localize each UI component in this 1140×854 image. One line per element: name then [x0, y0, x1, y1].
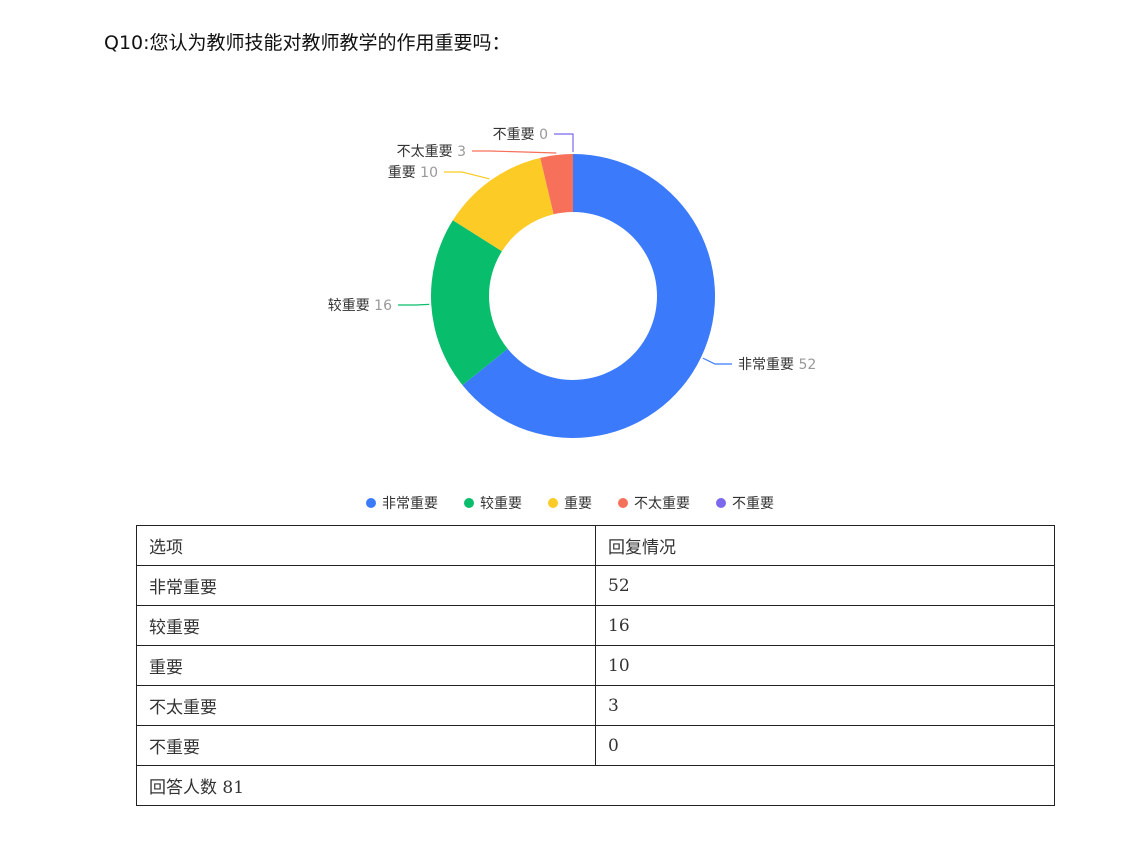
table-header-option: 选项 [136, 525, 596, 566]
table-row: 非常重要 52 [136, 565, 1055, 606]
table-cell-option: 重要 [136, 645, 596, 686]
table-cell-count: 3 [595, 685, 1055, 726]
legend-item[interactable]: 非常重要 [366, 493, 438, 513]
legend-dot-icon [366, 498, 376, 508]
slice-label: 不太重要 3 [397, 144, 466, 160]
table-cell-option: 不太重要 [136, 685, 596, 726]
table-row: 不重要 0 [136, 725, 1055, 766]
table-cell-count: 0 [595, 725, 1055, 766]
legend-label: 不重要 [732, 496, 774, 512]
slice-label-name: 不重要 [493, 127, 535, 143]
slice-label-name: 较重要 [328, 298, 370, 314]
table-row: 重要 10 [136, 645, 1055, 686]
slice-label-name: 不太重要 [397, 144, 453, 160]
leader-line [398, 303, 430, 306]
leader-line [702, 357, 732, 365]
chart-legend: 非常重要 较重要 重要 不太重要 不重要 [0, 493, 1140, 513]
legend-label: 非常重要 [382, 496, 438, 512]
legend-item[interactable]: 不重要 [716, 493, 774, 513]
legend-dot-icon [618, 498, 628, 508]
slice-label-value: 0 [535, 127, 548, 143]
table-cell-option: 较重要 [136, 605, 596, 646]
legend-dot-icon [464, 498, 474, 508]
slice-label: 重要 10 [388, 165, 438, 181]
table-header-row: 选项 回复情况 [136, 525, 1055, 566]
slice-label: 较重要 16 [328, 298, 392, 314]
respondent-count: 回答人数 81 [136, 765, 1055, 806]
slice-label-value: 16 [370, 298, 392, 314]
table-cell-option: 非常重要 [136, 565, 596, 606]
table-header-response: 回复情况 [595, 525, 1055, 566]
table-cell-count: 52 [595, 565, 1055, 606]
slice-label: 不重要 0 [493, 127, 548, 143]
legend-dot-icon [548, 498, 558, 508]
table-footer-row: 回答人数 81 [136, 765, 1055, 806]
slice-label: 非常重要 52 [738, 357, 816, 373]
legend-label: 不太重要 [634, 496, 690, 512]
slice-label-value: 10 [416, 165, 438, 181]
slice-label-value: 52 [794, 357, 816, 373]
leader-line [472, 150, 557, 154]
donut-chart: 非常重要 52 较重要 16 重要 10 不太重要 3 不重要 0 [328, 127, 816, 438]
leader-line [554, 133, 574, 152]
table-row: 不太重要 3 [136, 685, 1055, 726]
slice-label-name: 非常重要 [738, 357, 794, 373]
table-cell-count: 16 [595, 605, 1055, 646]
table-cell-option: 不重要 [136, 725, 596, 766]
legend-item[interactable]: 重要 [548, 493, 592, 513]
legend-dot-icon [716, 498, 726, 508]
table-row: 较重要 16 [136, 605, 1055, 646]
slice-label-name: 重要 [388, 165, 416, 181]
legend-item[interactable]: 不太重要 [618, 493, 690, 513]
legend-label: 较重要 [480, 496, 522, 512]
legend-label: 重要 [564, 496, 592, 512]
results-table: 选项 回复情况 非常重要 52 较重要 16 重要 10 不太重要 3 不重要 … [136, 525, 1055, 806]
leader-line [444, 171, 490, 180]
table-cell-count: 10 [595, 645, 1055, 686]
legend-item[interactable]: 较重要 [464, 493, 522, 513]
slice-label-value: 3 [453, 144, 466, 160]
